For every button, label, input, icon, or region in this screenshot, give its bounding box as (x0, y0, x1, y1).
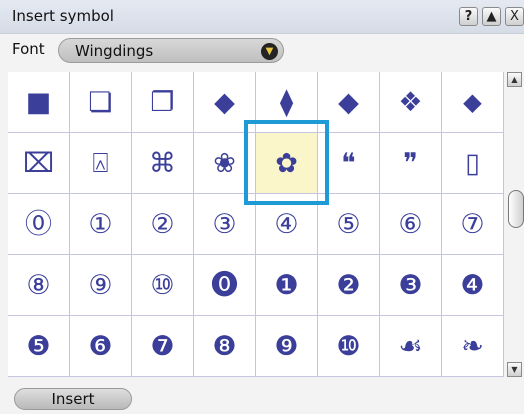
symbol-cell-boxed-x[interactable]: ⌧ (8, 133, 70, 194)
vertical-scrollbar[interactable]: ▲ ▼ (506, 72, 524, 377)
symbol-cell-negative-circled-2[interactable]: ❷ (318, 255, 380, 316)
symbol-grid: ■ ❏ ❐ ◆ ⧫ ◆ ❖ ⬥ ⌧ ⍓ ⌘ ❀ ✿ ❝ ❞ ▯ ⓪ ① ② ③ ④ ⑤ ⑥ ⑦ ⑧ ⑨ ⑩ ⓿ ❶ ❷ ❸ ❹ ❺ ❻ ❼ ❽ ❾ ❿ ☙ ❧ (8, 72, 504, 377)
minimize-button[interactable]: ▲ (482, 7, 501, 26)
symbol-cell-outlined-flower[interactable]: ❀ (194, 133, 256, 194)
symbol-cell-negative-circled-1[interactable]: ❶ (256, 255, 318, 316)
symbol-cell-circled-3[interactable]: ③ (194, 194, 256, 255)
symbol-cell-floral-ornament-left[interactable]: ☙ (380, 316, 442, 377)
symbol-cell-negative-circled-3[interactable]: ❸ (380, 255, 442, 316)
symbol-cell-negative-circled-4[interactable]: ❹ (442, 255, 504, 316)
symbol-cell-shadowed-square-left[interactable]: ❐ (132, 72, 194, 133)
symbol-cell-circled-7[interactable]: ⑦ (442, 194, 504, 255)
chevron-down-icon[interactable]: ▼ (261, 43, 278, 60)
symbol-cell-boxed-caret[interactable]: ⍓ (70, 133, 132, 194)
scroll-up-button[interactable]: ▲ (507, 72, 522, 87)
title-bar-buttons: ? ▲ X (459, 7, 524, 26)
symbol-cell-command-key[interactable]: ⌘ (132, 133, 194, 194)
symbol-cell-circled-2[interactable]: ② (132, 194, 194, 255)
font-dropdown[interactable]: Wingdings ▼ (58, 38, 284, 63)
window-title: Insert symbol (12, 7, 114, 25)
symbol-cell-large-diamond[interactable]: ◆ (318, 72, 380, 133)
symbol-cell-negative-circled-10[interactable]: ❿ (318, 316, 380, 377)
symbol-cell-negative-circled-9[interactable]: ❾ (256, 316, 318, 377)
symbol-cell-circled-5[interactable]: ⑤ (318, 194, 380, 255)
symbol-cell-shadowed-square-right[interactable]: ❏ (70, 72, 132, 133)
symbol-cell-tiny-diamond[interactable]: ⬥ (442, 72, 504, 133)
symbol-cell-circled-4[interactable]: ④ (256, 194, 318, 255)
symbol-cell-square-frame[interactable]: ■ (8, 72, 70, 133)
scroll-down-button[interactable]: ▼ (507, 362, 522, 377)
font-label: Font (12, 40, 45, 58)
symbol-cell-open-quote[interactable]: ❝ (318, 133, 380, 194)
symbol-grid-container: ■ ❏ ❐ ◆ ⧫ ◆ ❖ ⬥ ⌧ ⍓ ⌘ ❀ ✿ ❝ ❞ ▯ ⓪ ① ② ③ ④ ⑤ ⑥ ⑦ ⑧ ⑨ ⑩ ⓿ ❶ ❷ ❸ ❹ ❺ ❻ ❼ ❽ ❾ ❿ ☙ ❧ (8, 72, 504, 377)
symbol-cell-medium-diamond[interactable]: ⧫ (256, 72, 318, 133)
symbol-cell-circled-6[interactable]: ⑥ (380, 194, 442, 255)
symbol-cell-floral-ornament-right[interactable]: ❧ (442, 316, 504, 377)
symbol-cell-circled-8[interactable]: ⑧ (8, 255, 70, 316)
symbol-cell-small-diamond[interactable]: ◆ (194, 72, 256, 133)
symbol-cell-circled-10[interactable]: ⑩ (132, 255, 194, 316)
symbol-cell-negative-circled-0[interactable]: ⓿ (194, 255, 256, 316)
symbol-cell-negative-circled-6[interactable]: ❻ (70, 316, 132, 377)
symbol-cell-four-diamonds[interactable]: ❖ (380, 72, 442, 133)
symbol-cell-circled-0[interactable]: ⓪ (8, 194, 70, 255)
symbol-cell-close-quote[interactable]: ❞ (380, 133, 442, 194)
symbol-cell-filled-flower[interactable]: ✿ (256, 133, 318, 194)
help-button[interactable]: ? (459, 7, 478, 26)
symbol-cell-empty-rectangle[interactable]: ▯ (442, 133, 504, 194)
close-button[interactable]: X (505, 7, 524, 26)
scroll-thumb[interactable] (508, 190, 524, 228)
symbol-cell-negative-circled-5[interactable]: ❺ (8, 316, 70, 377)
insert-button[interactable]: Insert (14, 388, 132, 410)
symbol-cell-circled-1[interactable]: ① (70, 194, 132, 255)
symbol-cell-circled-9[interactable]: ⑨ (70, 255, 132, 316)
symbol-cell-negative-circled-8[interactable]: ❽ (194, 316, 256, 377)
title-bar: Insert symbol ? ▲ X (0, 0, 524, 34)
font-value: Wingdings (75, 42, 154, 60)
symbol-cell-negative-circled-7[interactable]: ❼ (132, 316, 194, 377)
